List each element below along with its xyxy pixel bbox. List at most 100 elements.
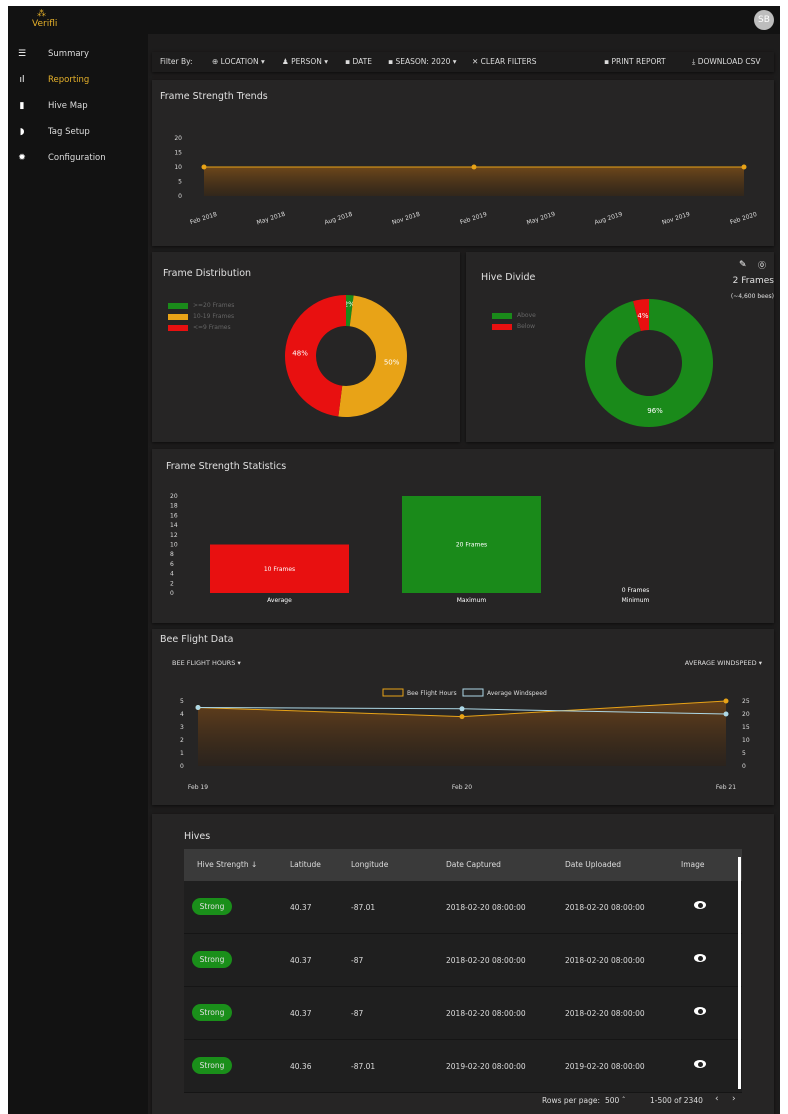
app-logo[interactable]: ⁂ Verifli xyxy=(32,9,57,30)
avatar[interactable]: SB xyxy=(754,10,774,30)
column-latitude[interactable]: Latitude xyxy=(290,860,321,869)
location-filter[interactable]: ⊕ LOCATION ▾ xyxy=(212,57,265,66)
clear-filters-label: CLEAR FILTERS xyxy=(480,57,537,66)
y-tick-label: 5 xyxy=(178,179,182,186)
date-filter[interactable]: ▪ DATE xyxy=(345,57,372,66)
table-row[interactable]: Strong 40.37 -87 2018-02-20 08:00:00 2018-02… xyxy=(184,934,742,987)
previous-page-icon[interactable]: ‹ xyxy=(715,1094,719,1104)
latitude-cell: 40.37 xyxy=(290,903,312,912)
eye-icon[interactable] xyxy=(694,1007,706,1015)
sidebar-item-label: Tag Setup xyxy=(48,127,90,137)
person-filter[interactable]: ♟ PERSON ▾ xyxy=(282,57,328,66)
y-tick-label: 15 xyxy=(174,150,182,157)
app-window: ⁂ Verifli SB ☰ Summary ıl Reporting ▮ Hive … xyxy=(8,6,780,1114)
bee-flight-data-card: Bee Flight Data BEE FLIGHT HOURS ▾ AVERA… xyxy=(152,629,774,805)
x-tick-label: May 2018 xyxy=(256,211,286,227)
table-header: Hive Strength ↓ Latitude Longitude Date … xyxy=(184,849,742,881)
table-row[interactable]: Strong 40.37 -87 2018-02-20 08:00:00 2018-02… xyxy=(184,987,742,1040)
column-hive-strength[interactable]: Hive Strength ↓ xyxy=(197,860,257,869)
y-tick-label: 10 xyxy=(170,542,178,549)
trend-area xyxy=(204,167,744,196)
y-tick-label: 20 xyxy=(170,493,178,500)
table-row[interactable]: Strong 40.37 -87.01 2018-02-20 08:00:00 2018… xyxy=(184,881,742,934)
longitude-cell: -87 xyxy=(351,956,364,965)
eye-icon[interactable] xyxy=(694,954,706,962)
frame-strength-statistics-card: Frame Strength Statistics 0 2 4 6 8 10 12 14 16 1… xyxy=(152,449,774,623)
gear-icon: ✹ xyxy=(18,153,26,163)
filter-bar: Filter By: ⊕ LOCATION ▾ ♟ PERSON ▾ ▪ DAT… xyxy=(152,52,774,72)
sidebar-item-summary[interactable]: ☰ Summary xyxy=(8,41,148,67)
person-filter-label: PERSON xyxy=(291,57,322,66)
slice-label: 50% xyxy=(384,358,400,366)
scrollbar[interactable] xyxy=(738,857,741,1089)
legend-label: Average Windspeed xyxy=(487,690,547,697)
slice-label: 4% xyxy=(637,312,648,320)
print-report-button[interactable]: ▪ PRINT REPORT xyxy=(604,57,666,66)
distribution-donut: 2%50%48% xyxy=(284,295,407,417)
y-tick-label-left: 2 xyxy=(180,737,184,744)
table-row[interactable]: Strong 40.36 -87.01 2019-02-20 08:00:00 2019… xyxy=(184,1040,742,1093)
map-icon: ▮ xyxy=(19,101,25,111)
bee-logo-icon: ⁂ xyxy=(37,9,46,19)
eye-icon[interactable] xyxy=(694,1060,706,1068)
sidebar-item-reporting[interactable]: ıl Reporting xyxy=(8,67,148,93)
legend-swatch xyxy=(462,688,484,697)
x-tick-label: Nov 2018 xyxy=(391,211,421,227)
y-tick-label-right: 25 xyxy=(742,698,750,705)
x-tick-label: Minimum xyxy=(622,597,650,604)
y-tick-label: 10 xyxy=(174,164,182,171)
sidebar-item-tag-setup[interactable]: ◗ Tag Setup xyxy=(8,119,148,145)
x-tick-label: Feb 20 xyxy=(452,784,472,791)
season-filter-label: SEASON: 2020 xyxy=(395,57,451,66)
season-filter[interactable]: ▪ SEASON: 2020 ▾ xyxy=(388,57,457,66)
x-tick-label: Feb 2020 xyxy=(729,211,758,226)
sidebar: ☰ Summary ıl Reporting ▮ Hive Map ◗ Tag Setu… xyxy=(8,34,148,1114)
clear-filters-button[interactable]: ✕ CLEAR FILTERS xyxy=(472,57,537,66)
longitude-cell: -87.01 xyxy=(351,903,376,912)
eye-icon[interactable] xyxy=(694,901,706,909)
legend-label: Bee Flight Hours xyxy=(407,690,457,697)
legend-swatch xyxy=(382,688,404,697)
data-point xyxy=(471,164,477,170)
hive-divide-card: Hive Divide ✎ ⓪ 2 Frames (~4,600 bees) A… xyxy=(466,252,774,442)
bar-value-label: 0 Frames xyxy=(622,587,650,594)
bar-value-label: 10 Frames xyxy=(264,566,295,573)
tag-icon: ◗ xyxy=(19,127,25,137)
statistics-chart: 0 2 4 6 8 10 12 14 16 18 20 10 Frames Average 20 Fram… xyxy=(170,493,650,604)
close-icon: ✕ xyxy=(472,57,481,66)
y-tick-label: 2 xyxy=(170,580,174,587)
next-page-icon[interactable]: › xyxy=(732,1094,736,1104)
rows-per-page-select[interactable]: 500 ˆ xyxy=(605,1096,625,1105)
x-tick-label: Aug 2019 xyxy=(594,211,624,227)
top-bar: ⁂ Verifli SB xyxy=(8,6,780,34)
divide-donut: 96% 4% xyxy=(585,299,713,427)
location-icon: ⊕ xyxy=(212,57,221,66)
sidebar-item-label: Summary xyxy=(48,49,90,59)
status-badge: Strong xyxy=(192,1004,232,1021)
longitude-cell: -87.01 xyxy=(351,1062,376,1071)
sidebar-item-configuration[interactable]: ✹ Configuration xyxy=(8,145,148,171)
data-point xyxy=(195,705,201,710)
x-tick-label: May 2019 xyxy=(526,211,556,227)
y-tick-label: 14 xyxy=(170,522,178,529)
y-tick-label: 16 xyxy=(170,512,178,519)
y-tick-label: 18 xyxy=(170,503,178,510)
column-date-uploaded[interactable]: Date Uploaded xyxy=(565,860,621,869)
sidebar-item-label: Reporting xyxy=(48,75,90,85)
y-tick-label-right: 0 xyxy=(742,763,746,770)
frame-strength-trends-card: Frame Strength Trends 0 5 10 15 20 Feb 2018 Ma… xyxy=(152,80,774,246)
flight-chart: 0 1 2 3 4 5 0 5 10 15 20 25 Feb 19 Feb 20 Feb 21 Bee Fl… xyxy=(180,688,750,791)
x-tick-label: Aug 2018 xyxy=(324,211,354,227)
y-tick-label-left: 4 xyxy=(180,711,184,718)
sidebar-item-hive-map[interactable]: ▮ Hive Map xyxy=(8,93,148,119)
y-tick-label-right: 5 xyxy=(742,750,746,757)
x-tick-label: Average xyxy=(267,597,292,604)
y-tick-label: 6 xyxy=(170,561,174,568)
data-point xyxy=(741,164,747,170)
column-date-captured[interactable]: Date Captured xyxy=(446,860,501,869)
download-csv-button[interactable]: ⤓ DOWNLOAD CSV xyxy=(692,57,761,67)
latitude-cell: 40.37 xyxy=(290,1009,312,1018)
arrow-down-icon: ↓ xyxy=(251,860,258,869)
date-captured-cell: 2019-02-20 08:00:00 xyxy=(446,1062,526,1071)
column-longitude[interactable]: Longitude xyxy=(351,860,388,869)
